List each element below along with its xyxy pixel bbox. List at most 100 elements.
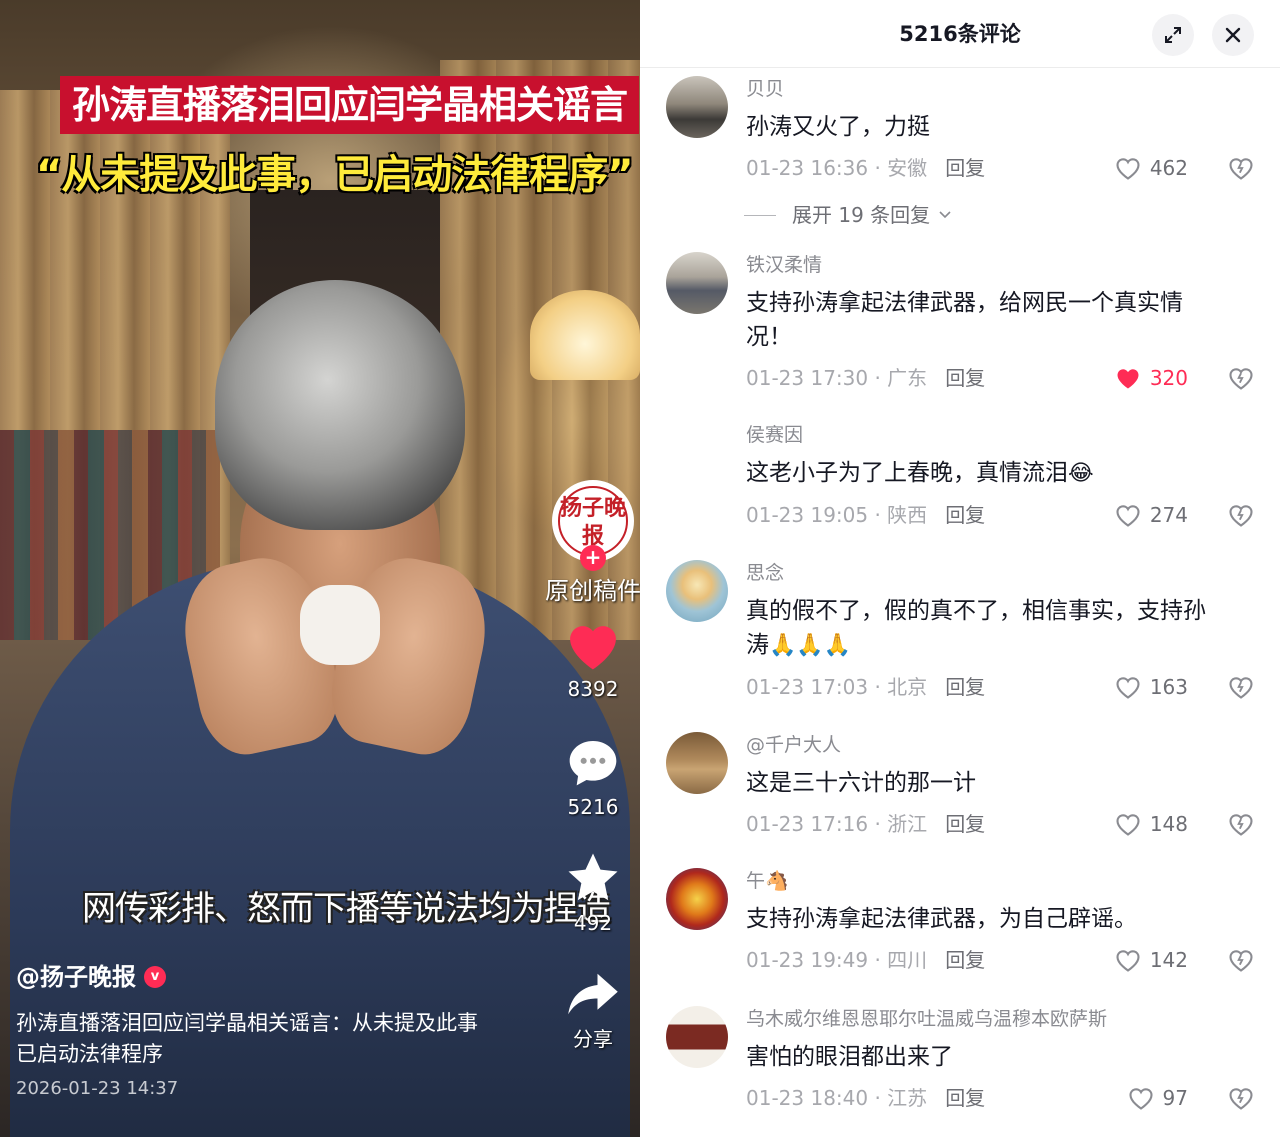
commenter-name[interactable]: @千户大人 bbox=[746, 732, 1256, 758]
expand-icon bbox=[1165, 27, 1181, 43]
follow-button[interactable]: + bbox=[580, 545, 606, 571]
heart-outline-icon bbox=[1128, 1088, 1153, 1110]
side-action-bar: 扬子晚报 + 原创稿件 8392 5216 492 分享 bbox=[545, 480, 640, 1052]
comment-like[interactable]: 320 bbox=[1114, 365, 1188, 391]
commenter-avatar[interactable] bbox=[666, 252, 728, 314]
star-icon[interactable] bbox=[561, 846, 625, 910]
reply-button[interactable]: 回复 bbox=[945, 153, 985, 183]
comment-like[interactable]: 97 bbox=[1127, 1085, 1188, 1111]
commenter-name[interactable]: 铁汉柔情 bbox=[746, 252, 1256, 278]
comment-date-location: 01-23 19:05 · 陕西 bbox=[746, 503, 928, 527]
comment-date-location: 01-23 19:49 · 四川 bbox=[746, 948, 928, 972]
comment-like-count: 163 bbox=[1149, 675, 1188, 699]
original-tag: 原创稿件 bbox=[545, 577, 640, 605]
dislike-button[interactable] bbox=[1226, 672, 1256, 702]
comment-text-row: 这老小子为了上春晚，真情流泪😂 bbox=[746, 456, 1216, 491]
commenter-avatar[interactable] bbox=[666, 422, 728, 484]
comment-like[interactable]: 163 bbox=[1114, 674, 1188, 700]
broken-heart-icon bbox=[1229, 814, 1253, 836]
tissue bbox=[300, 585, 380, 665]
broken-heart-icon bbox=[1229, 158, 1253, 180]
broken-heart-icon bbox=[1229, 1088, 1253, 1110]
reply-button[interactable]: 回复 bbox=[945, 809, 985, 839]
comment-text: 支持孙涛拿起法律武器，为自己辟谣。 bbox=[746, 906, 1137, 932]
dislike-button[interactable] bbox=[1226, 153, 1256, 183]
commenter-name-row[interactable]: 午🐴 bbox=[746, 868, 1256, 894]
comments-header: 5216条评论 bbox=[640, 0, 1280, 68]
comments-panel: 5216条评论 贝贝 孙涛又火了，力挺 01-23 16:36 · 安徽 回复 … bbox=[640, 0, 1280, 1137]
comment-like-count: 462 bbox=[1149, 156, 1188, 180]
dislike-button[interactable] bbox=[1226, 809, 1256, 839]
horse-emoji-icon: 🐴 bbox=[765, 870, 789, 892]
close-icon bbox=[1225, 27, 1241, 43]
dislike-button[interactable] bbox=[1226, 945, 1256, 975]
comment-like[interactable]: 148 bbox=[1114, 811, 1188, 837]
dislike-button[interactable] bbox=[1226, 363, 1256, 393]
commenter-name[interactable]: 贝贝 bbox=[746, 76, 1256, 102]
person-hair bbox=[215, 280, 465, 530]
expand-replies-label[interactable]: 展开 19 条回复 bbox=[792, 200, 930, 230]
comment-like-count: 148 bbox=[1149, 812, 1188, 836]
comment-like[interactable]: 274 bbox=[1114, 502, 1188, 528]
comment-item: 思念 真的假不了，假的真不了，相信事实，支持孙涛🙏🙏🙏 01-23 17:03 … bbox=[666, 560, 1256, 705]
dislike-button[interactable] bbox=[1226, 500, 1256, 530]
commenter-name[interactable]: 乌木威尔维恩恩耶尔吐温威乌温穆本欧萨斯 bbox=[746, 1006, 1256, 1032]
favorite-count: 492 bbox=[573, 911, 613, 935]
comment-text: 支持孙涛拿起法律武器，给网民一个真实情况！ bbox=[746, 290, 1183, 350]
like-count: 8392 bbox=[567, 677, 619, 701]
reply-button[interactable]: 回复 bbox=[945, 500, 985, 530]
heart-outline-icon bbox=[1116, 950, 1140, 972]
video-player[interactable]: 孙涛直播落泪回应闫学晶相关谣言 “从未提及此事，已启动法律程序” 网传彩排、怒而… bbox=[0, 0, 640, 1137]
share-label: 分享 bbox=[573, 1027, 613, 1051]
comment-date-location: 01-23 16:36 · 安徽 bbox=[746, 156, 928, 180]
broken-heart-icon bbox=[1229, 677, 1253, 699]
commenter-name[interactable]: 思念 bbox=[746, 560, 1256, 586]
video-timestamp: 2026-01-23 14:37 bbox=[16, 1078, 179, 1099]
expand-replies-button[interactable]: 展开 19 条回复 bbox=[744, 200, 952, 230]
app-root: 孙涛直播落泪回应闫学晶相关谣言 “从未提及此事，已启动法律程序” 网传彩排、怒而… bbox=[0, 0, 1280, 1137]
share-action[interactable]: 分享 bbox=[561, 962, 625, 1052]
heart-filled-icon bbox=[1117, 369, 1139, 389]
commenter-avatar[interactable] bbox=[666, 76, 728, 138]
comment-like-count: 274 bbox=[1149, 503, 1188, 527]
video-author[interactable]: @扬子晚报 v bbox=[16, 960, 166, 994]
reply-button[interactable]: 回复 bbox=[945, 672, 985, 702]
favorite-action[interactable]: 492 bbox=[561, 846, 625, 936]
commenter-avatar[interactable] bbox=[666, 868, 728, 930]
comment-like[interactable]: 462 bbox=[1114, 155, 1188, 181]
commenter-avatar[interactable] bbox=[666, 560, 728, 622]
verified-icon: v bbox=[144, 966, 166, 988]
reply-button[interactable]: 回复 bbox=[945, 363, 985, 393]
dislike-button[interactable] bbox=[1226, 1083, 1256, 1113]
reply-button[interactable]: 回复 bbox=[945, 1083, 985, 1113]
comment-date-location: 01-23 18:40 · 江苏 bbox=[746, 1086, 928, 1110]
comment-item: @千户大人 这是三十六计的那一计 01-23 17:16 · 浙江 回复 148 bbox=[666, 732, 1256, 842]
video-headline-quote: “从未提及此事，已启动法律程序” bbox=[36, 152, 634, 198]
heart-outline-icon bbox=[1116, 158, 1140, 180]
comment-action[interactable]: 5216 bbox=[561, 730, 625, 820]
comment-date-location: 01-23 17:30 · 广东 bbox=[746, 366, 928, 390]
video-author-name[interactable]: @扬子晚报 bbox=[16, 960, 136, 994]
fullscreen-button[interactable] bbox=[1152, 14, 1194, 56]
comment-like[interactable]: 142 bbox=[1114, 947, 1188, 973]
comment-date-location: 01-23 17:16 · 浙江 bbox=[746, 812, 928, 836]
commenter-avatar[interactable] bbox=[666, 732, 728, 794]
commenter-name[interactable]: 午 bbox=[746, 870, 765, 892]
close-button[interactable] bbox=[1212, 14, 1254, 56]
heart-outline-icon bbox=[1116, 677, 1140, 699]
comment-bubble-icon[interactable] bbox=[561, 730, 625, 794]
heart-outline-icon bbox=[1116, 814, 1140, 836]
share-arrow-icon[interactable] bbox=[561, 962, 625, 1026]
video-headline-top: 孙涛直播落泪回应闫学晶相关谣言 bbox=[60, 76, 640, 134]
commenter-name[interactable]: 侯赛因 bbox=[746, 422, 1256, 448]
comments-title: 5216条评论 bbox=[899, 21, 1021, 46]
author-avatar[interactable]: 扬子晚报 + bbox=[552, 480, 634, 571]
commenter-avatar[interactable] bbox=[666, 1006, 728, 1068]
broken-heart-icon bbox=[1229, 505, 1253, 527]
heart-icon[interactable] bbox=[561, 612, 625, 676]
comment-like-count: 97 bbox=[1162, 1086, 1188, 1110]
reply-button[interactable]: 回复 bbox=[945, 945, 985, 975]
video-subtitle: 网传彩排、怒而下播等说法均为捏造 bbox=[82, 889, 611, 929]
laughing-emoji-icon: 😂 bbox=[1068, 461, 1094, 486]
like-action[interactable]: 8392 bbox=[561, 612, 625, 702]
